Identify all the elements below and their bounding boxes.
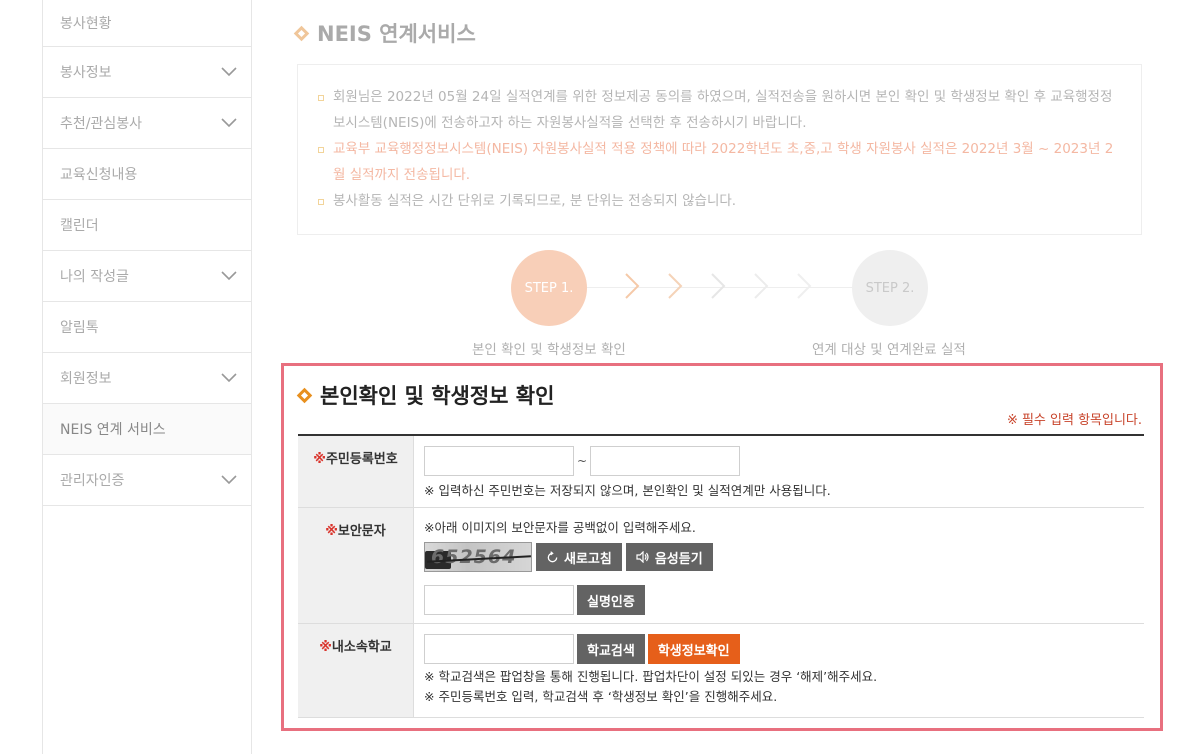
square-bullet-icon — [318, 199, 324, 205]
student-info-confirm-label: 학생정보확인 — [657, 643, 730, 659]
audio-captcha-button[interactable]: 음성듣기 — [625, 543, 713, 571]
chevron-down-icon — [221, 475, 237, 485]
chevron-right-icon — [711, 273, 726, 299]
sidebar-item-recommend[interactable]: 추천/관심봉사 — [43, 98, 251, 149]
form-title-text: 본인확인 및 학생정보 확인 — [320, 384, 555, 408]
step-2-text: STEP 2. — [865, 280, 915, 296]
school-search-label: 학교검색 — [587, 643, 635, 659]
notice-text: 교육부 교육행정정보시스템(NEIS) 자원봉사실적 적용 정책에 따라 202… — [333, 141, 1114, 183]
page-title: NEIS 연계서비스 — [293, 18, 476, 48]
square-bullet-icon — [318, 147, 324, 153]
captcha-input[interactable] — [424, 585, 574, 615]
school-label: ※내소속학교 — [298, 624, 414, 717]
student-info-confirm-button[interactable]: 학생정보확인 — [647, 634, 740, 664]
sidebar-item-volunteer-info[interactable]: 봉사정보 — [43, 47, 251, 98]
captcha-cell: ※아래 이미지의 보안문자를 공백없이 입력해주세요. 652564 새로고침 … — [414, 508, 1144, 623]
sidebar-item-label: 교육신청내용 — [60, 167, 138, 183]
chevron-down-icon — [221, 373, 237, 383]
form-row-school: ※내소속학교 학교검색 학생정보확인 ※ 학교검색은 팝업창을 통해 진행됩니다… — [298, 624, 1144, 718]
sidebar-item-label: 알림톡 — [60, 320, 99, 336]
sidebar-item-my-posts[interactable]: 나의 작성글 — [43, 251, 251, 302]
form-title: 본인확인 및 학생정보 확인 — [296, 380, 555, 410]
sidebar-item-label: 추천/관심봉사 — [60, 116, 142, 132]
captcha-image: 652564 — [424, 542, 532, 572]
diamond-icon — [293, 25, 310, 41]
required-mark: ※ — [325, 524, 338, 539]
sidebar-item-alimtalk[interactable]: 알림톡 — [43, 302, 251, 353]
verify-button[interactable]: 실명인증 — [577, 585, 645, 615]
refresh-icon — [547, 550, 558, 562]
sidebar-item-label: 봉사현황 — [60, 16, 112, 32]
step-1-label: 본인 확인 및 학생정보 확인 — [472, 342, 626, 358]
required-mark: ※ — [313, 452, 326, 467]
captcha-help: ※아래 이미지의 보안문자를 공백없이 입력해주세요. — [424, 520, 696, 535]
notice-line-warning: 교육부 교육행정정보시스템(NEIS) 자원봉사실적 적용 정책에 따라 202… — [316, 137, 1121, 188]
rrn-separator: ~ — [577, 454, 588, 468]
step-2-circle: STEP 2. — [852, 250, 928, 326]
notice-box: 회원님은 2022년 05월 24일 실적연계를 위한 정보제공 동의를 하였으… — [297, 64, 1142, 235]
captcha-label-text: 보안문자 — [337, 524, 386, 539]
refresh-captcha-label: 새로고침 — [564, 551, 612, 567]
sidebar-item-admin-auth[interactable]: 관리자인증 — [43, 455, 251, 506]
chevron-right-icon — [797, 273, 812, 299]
chevron-right-icon — [754, 273, 769, 299]
sidebar-item-label: NEIS 연계 서비스 — [60, 422, 166, 438]
chevron-down-icon — [221, 118, 237, 128]
identity-form-section: 본인확인 및 학생정보 확인 ※ 필수 입력 항목입니다. ※주민등록번호 ~ … — [281, 363, 1163, 731]
required-mark: ※ — [319, 640, 332, 655]
sidebar-item-education[interactable]: 교육신청내용 — [43, 149, 251, 200]
sidebar-item-label: 관리자인증 — [60, 473, 125, 489]
notice-line: 회원님은 2022년 05월 24일 실적연계를 위한 정보제공 동의를 하였으… — [316, 85, 1121, 136]
captcha-label: ※보안문자 — [298, 508, 414, 623]
sidebar-item-volunteer-status[interactable]: 봉사현황 — [43, 0, 251, 47]
page-title-text: NEIS 연계서비스 — [317, 22, 476, 46]
form-table: ※주민등록번호 ~ ※ 입력하신 주민번호는 저장되지 않으며, 본인확인 및 … — [298, 434, 1144, 718]
school-help-2: ※ 주민등록번호 입력, 학교검색 후 ‘학생정보 확인’을 진행해주세요. — [424, 689, 778, 704]
form-row-rrn: ※주민등록번호 ~ ※ 입력하신 주민번호는 저장되지 않으며, 본인확인 및 … — [298, 436, 1144, 508]
school-help-1: ※ 학교검색은 팝업창을 통해 진행됩니다. 팝업차단이 설정 되있는 경우 ‘… — [424, 669, 878, 684]
sidebar-item-label: 회원정보 — [60, 371, 112, 387]
notice-text: 봉사활동 실적은 시간 단위로 기록되므로, 분 단위는 전송되지 않습니다. — [333, 193, 737, 209]
sidebar-item-label: 캘린더 — [60, 218, 99, 234]
rrn-label-text: 주민등록번호 — [325, 452, 398, 467]
refresh-captcha-button[interactable]: 새로고침 — [536, 543, 622, 571]
chevron-right-icon — [625, 273, 640, 299]
chevron-down-icon — [221, 271, 237, 281]
verify-label: 실명인증 — [587, 594, 635, 610]
step-1-circle: STEP 1. — [511, 250, 587, 326]
chevron-down-icon — [221, 67, 237, 77]
diamond-icon — [296, 387, 313, 403]
notice-line: 봉사활동 실적은 시간 단위로 기록되므로, 분 단위는 전송되지 않습니다. — [316, 189, 1121, 215]
rrn-front-input[interactable] — [424, 446, 574, 476]
form-row-captcha: ※보안문자 ※아래 이미지의 보안문자를 공백없이 입력해주세요. 652564… — [298, 508, 1144, 624]
sidebar-item-calendar[interactable]: 캘린더 — [43, 200, 251, 251]
sidebar-item-member-info[interactable]: 회원정보 — [43, 353, 251, 404]
rrn-cell: ~ ※ 입력하신 주민번호는 저장되지 않으며, 본인확인 및 실적연계만 사용… — [414, 436, 1144, 507]
rrn-help: ※ 입력하신 주민번호는 저장되지 않으며, 본인확인 및 실적연계만 사용됩니… — [424, 483, 831, 498]
required-note: ※ 필수 입력 항목입니다. — [1006, 413, 1142, 428]
chevron-right-icon — [668, 273, 683, 299]
school-cell: 학교검색 학생정보확인 ※ 학교검색은 팝업창을 통해 진행됩니다. 팝업차단이… — [414, 624, 1144, 717]
notice-text: 회원님은 2022년 05월 24일 실적연계를 위한 정보제공 동의를 하였으… — [333, 89, 1113, 131]
step-2-label: 연계 대상 및 연계완료 실적 — [812, 342, 966, 358]
sidebar-item-label: 나의 작성글 — [60, 269, 129, 285]
rrn-back-input[interactable] — [590, 446, 741, 476]
school-label-text: 내소속학교 — [331, 640, 392, 655]
audio-captcha-label: 음성듣기 — [654, 551, 703, 567]
step-1-text: STEP 1. — [524, 280, 574, 296]
sidebar-item-neis[interactable]: NEIS 연계 서비스 — [43, 404, 251, 455]
sidebar-item-label: 봉사정보 — [60, 65, 112, 81]
school-search-button[interactable]: 학교검색 — [577, 634, 645, 664]
rrn-label: ※주민등록번호 — [298, 436, 414, 507]
speaker-icon — [636, 551, 649, 563]
sidebar: 봉사현황 봉사정보 추천/관심봉사 교육신청내용 캘린더 나의 작성글 알림톡 … — [42, 0, 252, 754]
square-bullet-icon — [318, 95, 324, 101]
school-input[interactable] — [424, 634, 574, 664]
